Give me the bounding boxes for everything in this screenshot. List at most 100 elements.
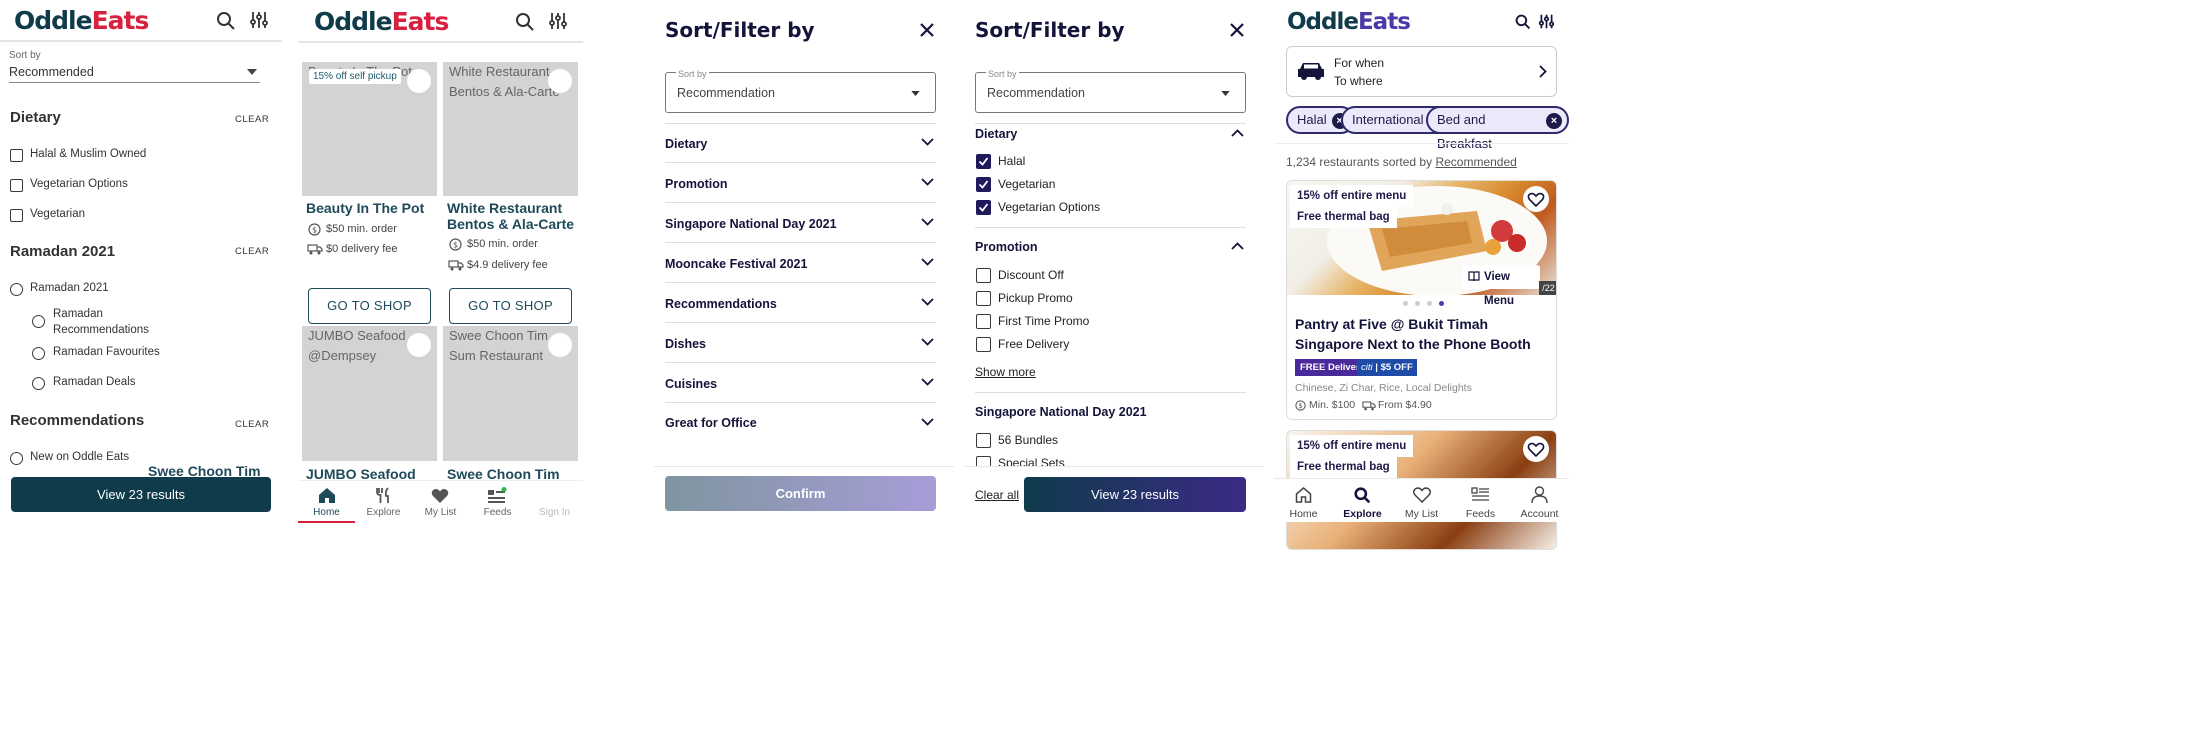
clear-dietary-button[interactable]: CLEAR bbox=[235, 114, 269, 125]
checkbox-checked[interactable] bbox=[976, 154, 991, 169]
brand-logo[interactable]: OddleEats bbox=[314, 7, 449, 36]
checkbox[interactable] bbox=[976, 314, 991, 329]
favorite-button[interactable] bbox=[1523, 436, 1549, 462]
nav-account[interactable]: Account bbox=[1510, 479, 1569, 523]
chevron-up-icon bbox=[1231, 129, 1244, 137]
accordion-mooncake[interactable]: Mooncake Festival 2021 bbox=[665, 244, 936, 283]
show-more-link[interactable]: Show more bbox=[975, 365, 1036, 379]
promo-badge: 15% off entire menu bbox=[1290, 185, 1414, 207]
sort-select[interactable]: Recommended bbox=[9, 65, 94, 79]
clear-all-link[interactable]: Clear all bbox=[975, 488, 1019, 502]
nav-home[interactable]: Home bbox=[1274, 479, 1333, 523]
radio[interactable] bbox=[32, 315, 45, 328]
go-to-shop-button[interactable]: GO TO SHOP bbox=[308, 288, 431, 324]
section-title-dietary: Dietary bbox=[10, 109, 61, 126]
favorite-button[interactable] bbox=[1523, 186, 1549, 212]
clear-ramadan-button[interactable]: CLEAR bbox=[235, 246, 269, 257]
accordion-promotion[interactable]: Promotion bbox=[665, 164, 936, 203]
brand-logo[interactable]: OddleEats bbox=[1287, 9, 1411, 35]
radio[interactable] bbox=[32, 347, 45, 360]
carousel-dots[interactable] bbox=[1403, 301, 1448, 307]
restaurant-name[interactable]: Beauty In The Pot bbox=[306, 200, 438, 216]
delivery-icon bbox=[307, 243, 323, 255]
view-results-button[interactable]: View 23 results bbox=[11, 477, 271, 512]
search-icon[interactable] bbox=[515, 12, 535, 32]
filter-icon[interactable] bbox=[1538, 13, 1555, 30]
favorite-button[interactable] bbox=[548, 333, 572, 357]
checkbox[interactable] bbox=[976, 291, 991, 306]
promo-badge: 15% off self pickup bbox=[309, 69, 401, 84]
checkbox[interactable] bbox=[976, 268, 991, 283]
sort-select[interactable]: Sort by Recommendation bbox=[975, 69, 1246, 113]
min-order: $50 min. order bbox=[467, 238, 538, 250]
filter-panel-mobile: OddleEats Sort by Recommended Dietary CL… bbox=[0, 0, 282, 736]
checkbox[interactable] bbox=[10, 179, 23, 192]
radio[interactable] bbox=[10, 283, 23, 296]
delivery-icon bbox=[1362, 400, 1376, 411]
nav-sign-in[interactable]: Sign In bbox=[526, 481, 583, 523]
nav-my-list[interactable]: My List bbox=[1392, 479, 1451, 523]
restaurant-card[interactable]: 15% off entire menu Free thermal bag Vie… bbox=[1286, 180, 1557, 420]
close-icon[interactable]: × bbox=[1546, 113, 1562, 129]
chevron-up-icon bbox=[1231, 242, 1244, 250]
favorite-button[interactable] bbox=[407, 333, 431, 357]
nav-my-list[interactable]: My List bbox=[412, 481, 469, 523]
nav-home[interactable]: Home bbox=[298, 481, 355, 523]
restaurant-name[interactable]: Pantry at Five @ Bukit Timah Singapore N… bbox=[1295, 314, 1550, 354]
delivery-fee: $4.9 delivery fee bbox=[467, 259, 548, 271]
sort-link[interactable]: Recommended bbox=[1435, 155, 1516, 169]
accordion-dietary[interactable]: Dietary bbox=[975, 124, 1246, 144]
accordion-great-for-office[interactable]: Great for Office bbox=[665, 404, 936, 443]
favorite-button[interactable] bbox=[548, 69, 572, 93]
cuisine-list: Chinese, Zi Char, Rice, Local Delights bbox=[1295, 382, 1472, 394]
restaurant-name[interactable]: White Restaurant Bentos & Ala-Carte bbox=[447, 200, 579, 232]
filter-chip-bed-and-breakfast[interactable]: Bed and Breakfast × bbox=[1426, 106, 1569, 151]
search-icon bbox=[1354, 487, 1371, 504]
accordion-cuisines[interactable]: Cuisines bbox=[665, 364, 936, 403]
brand-logo[interactable]: OddleEats bbox=[14, 6, 149, 35]
filter-icon[interactable] bbox=[249, 10, 269, 30]
radio[interactable] bbox=[10, 452, 23, 465]
close-icon[interactable] bbox=[1230, 23, 1244, 37]
dollar-icon: $ bbox=[308, 223, 321, 236]
close-icon[interactable] bbox=[920, 23, 934, 37]
favorite-button[interactable] bbox=[407, 69, 431, 93]
header-divider bbox=[0, 40, 282, 42]
checkbox[interactable] bbox=[10, 209, 23, 222]
checkbox-checked[interactable] bbox=[976, 177, 991, 192]
option-label: New on Oddle Eats bbox=[30, 451, 130, 463]
search-icon[interactable] bbox=[216, 11, 236, 31]
clear-recommendations-button[interactable]: CLEAR bbox=[235, 419, 269, 430]
radio[interactable] bbox=[32, 377, 45, 390]
filter-icon[interactable] bbox=[548, 11, 568, 31]
option-label: Ramadan Recommendations bbox=[53, 308, 149, 336]
checkbox-checked[interactable] bbox=[976, 200, 991, 215]
chevron-right-icon bbox=[1539, 65, 1547, 78]
accordion-promotion[interactable]: Promotion bbox=[975, 237, 1246, 257]
nav-feeds[interactable]: Feeds bbox=[469, 481, 526, 523]
sort-select[interactable]: Sort by Recommendation bbox=[665, 69, 936, 113]
feeds-icon bbox=[1471, 487, 1490, 503]
location-time-selector[interactable]: For when To where bbox=[1286, 46, 1557, 97]
home-panel: OddleEats Beauty In The Pot 15% off self… bbox=[298, 0, 583, 736]
go-to-shop-button[interactable]: GO TO SHOP bbox=[449, 288, 572, 324]
search-icon[interactable] bbox=[1515, 14, 1531, 30]
checkbox[interactable] bbox=[10, 149, 23, 162]
accordion-dishes[interactable]: Dishes bbox=[665, 324, 936, 363]
view-results-button[interactable]: View 23 results bbox=[1024, 477, 1246, 512]
heart-icon bbox=[1527, 442, 1545, 458]
view-menu-button[interactable]: View Menu bbox=[1462, 265, 1540, 307]
section-title-national-day[interactable]: Singapore National Day 2021 bbox=[975, 405, 1147, 419]
confirm-button[interactable]: Confirm bbox=[665, 476, 936, 511]
divider bbox=[1274, 143, 1569, 144]
nav-feeds[interactable]: Feeds bbox=[1451, 479, 1510, 523]
accordion-national-day[interactable]: Singapore National Day 2021 bbox=[665, 204, 936, 243]
nav-explore[interactable]: Explore bbox=[1333, 479, 1392, 523]
accordion-recommendations[interactable]: Recommendations bbox=[665, 284, 936, 323]
accordion-dietary[interactable]: Dietary bbox=[665, 124, 936, 163]
nav-explore[interactable]: Explore bbox=[355, 481, 412, 523]
checkbox[interactable] bbox=[976, 337, 991, 352]
checkbox[interactable] bbox=[976, 433, 991, 448]
option-label: Halal & Muslim Owned bbox=[30, 148, 147, 160]
svg-text:$: $ bbox=[1298, 402, 1302, 410]
